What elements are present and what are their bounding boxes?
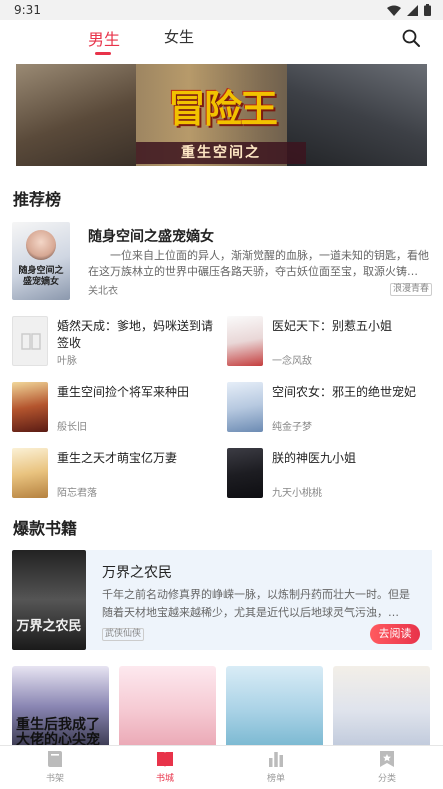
list-item[interactable]: 婚然天成：爹地，妈咪送到请签收 叶脉 — [12, 316, 222, 370]
nav-item-ranking[interactable]: 榜单 — [246, 750, 306, 784]
status-icons — [387, 4, 431, 16]
signal-icon — [407, 4, 418, 16]
top-tab-bar: 男生 女生 — [0, 20, 443, 60]
book-author: 纯金子梦 — [272, 422, 312, 433]
book-cover — [227, 316, 263, 366]
genre-tag: 浪漫青春 — [389, 283, 432, 296]
cover-art — [26, 230, 56, 260]
section-title-hot: 爆款书籍 — [13, 519, 78, 538]
book-title: 朕的神医九小姐 — [272, 451, 357, 465]
book-cover[interactable] — [226, 666, 323, 756]
genre-tag: 武侠仙侠 — [102, 628, 145, 641]
book-cover: 随身空间之盛宠嫡女 — [12, 222, 70, 300]
nav-item-bookshelf[interactable]: 书架 — [25, 750, 85, 784]
nav-item-category[interactable]: 分类 — [357, 750, 417, 784]
book-cover — [12, 382, 48, 432]
banner-title: 冒险王 — [167, 86, 278, 131]
book-cover[interactable] — [333, 666, 430, 756]
promo-banner[interactable]: 冒险王 重生空间之 — [16, 64, 427, 166]
book-title: 重生空间捡个将军来种田 — [57, 385, 190, 399]
nav-label: 榜单 — [266, 774, 285, 784]
wifi-icon — [387, 5, 401, 16]
cover-title: 万界之农民 — [16, 619, 82, 634]
bookstore-icon — [157, 752, 173, 767]
book-cover-placeholder — [12, 316, 48, 366]
book-author: 陌忘君落 — [57, 488, 97, 499]
list-item[interactable]: 重生空间捡个将军来种田 般长旧 — [12, 382, 222, 436]
book-title: 重生之天才萌宝亿万妻 — [57, 451, 178, 465]
tab-female[interactable]: 女生 — [164, 26, 194, 47]
book-cover — [227, 382, 263, 432]
search-icon[interactable] — [401, 28, 421, 48]
banner-art-left — [16, 64, 136, 166]
nav-item-bookstore[interactable]: 书城 — [135, 750, 195, 784]
hot-book-card[interactable]: 万界之农民 万界之农民 千年之前名动修真界的峥嵘一脉，以炼制丹药而壮大一时。但是… — [12, 550, 432, 650]
book-title: 万界之农民 — [102, 565, 172, 581]
book-cover[interactable]: 重生后我成了大佬的心尖宠 — [12, 666, 109, 756]
status-time: 9:31 — [14, 3, 41, 17]
list-item[interactable]: 医妃天下：别惹五小姐 一念风敌 — [227, 316, 437, 370]
banner-subtitle: 重生空间之 — [136, 142, 306, 164]
book-author: 一念风敌 — [272, 356, 312, 367]
list-item[interactable]: 空间农女：邪王的绝世宠妃 纯金子梦 — [227, 382, 437, 436]
ranking-icon — [269, 752, 283, 767]
book-placeholder-icon — [21, 333, 41, 350]
bottom-nav: 书架 书城 榜单 分类 — [0, 745, 443, 789]
book-cover[interactable] — [119, 666, 216, 756]
cover-title: 重生后我成了大佬的心尖宠 — [16, 717, 100, 748]
featured-book[interactable]: 随身空间之盛宠嫡女 随身空间之盛宠嫡女 一位来自上位面的异人，渐渐觉醒的血脉，一… — [12, 222, 432, 300]
bookshelf-icon — [48, 751, 62, 767]
book-title: 随身空间之盛宠嫡女 — [88, 229, 214, 245]
battery-icon — [424, 4, 431, 16]
book-cover — [227, 448, 263, 498]
book-description: 千年之前名动修真界的峥嵘一脉，以炼制丹药而壮大一时。但是随着天材地宝越来越稀少，… — [102, 588, 410, 619]
book-title: 医妃天下：别惹五小姐 — [272, 319, 393, 333]
nav-label: 书架 — [45, 774, 64, 784]
book-author: 关北衣 — [88, 286, 118, 297]
book-cover: 万界之农民 — [12, 550, 86, 650]
book-cover — [12, 448, 48, 498]
book-title: 空间农女：邪王的绝世宠妃 — [272, 385, 417, 399]
book-description: 一位来自上位面的异人，渐渐觉醒的血脉，一道未知的钥匙，看他在这万族林立的世界中碾… — [88, 249, 429, 278]
book-author: 般长旧 — [57, 422, 87, 433]
nav-label: 书城 — [155, 774, 174, 784]
book-author: 叶脉 — [57, 356, 77, 367]
book-author: 九天小桃桃 — [272, 488, 322, 499]
tab-male[interactable]: 男生 — [88, 26, 120, 50]
list-item[interactable]: 朕的神医九小姐 九天小桃桃 — [227, 448, 437, 502]
nav-label: 分类 — [377, 774, 396, 784]
list-item[interactable]: 重生之天才萌宝亿万妻 陌忘君落 — [12, 448, 222, 502]
status-bar: 9:31 — [0, 0, 443, 20]
cover-title: 随身空间之盛宠嫡女 — [18, 266, 64, 287]
book-title: 婚然天成：爹地，妈咪送到请签收 — [57, 319, 214, 350]
read-button[interactable]: 去阅读 — [370, 624, 420, 644]
category-icon — [380, 751, 394, 767]
tab-underline — [95, 52, 111, 55]
banner-art-right — [287, 64, 427, 166]
section-title-recommend: 推荐榜 — [13, 190, 62, 209]
